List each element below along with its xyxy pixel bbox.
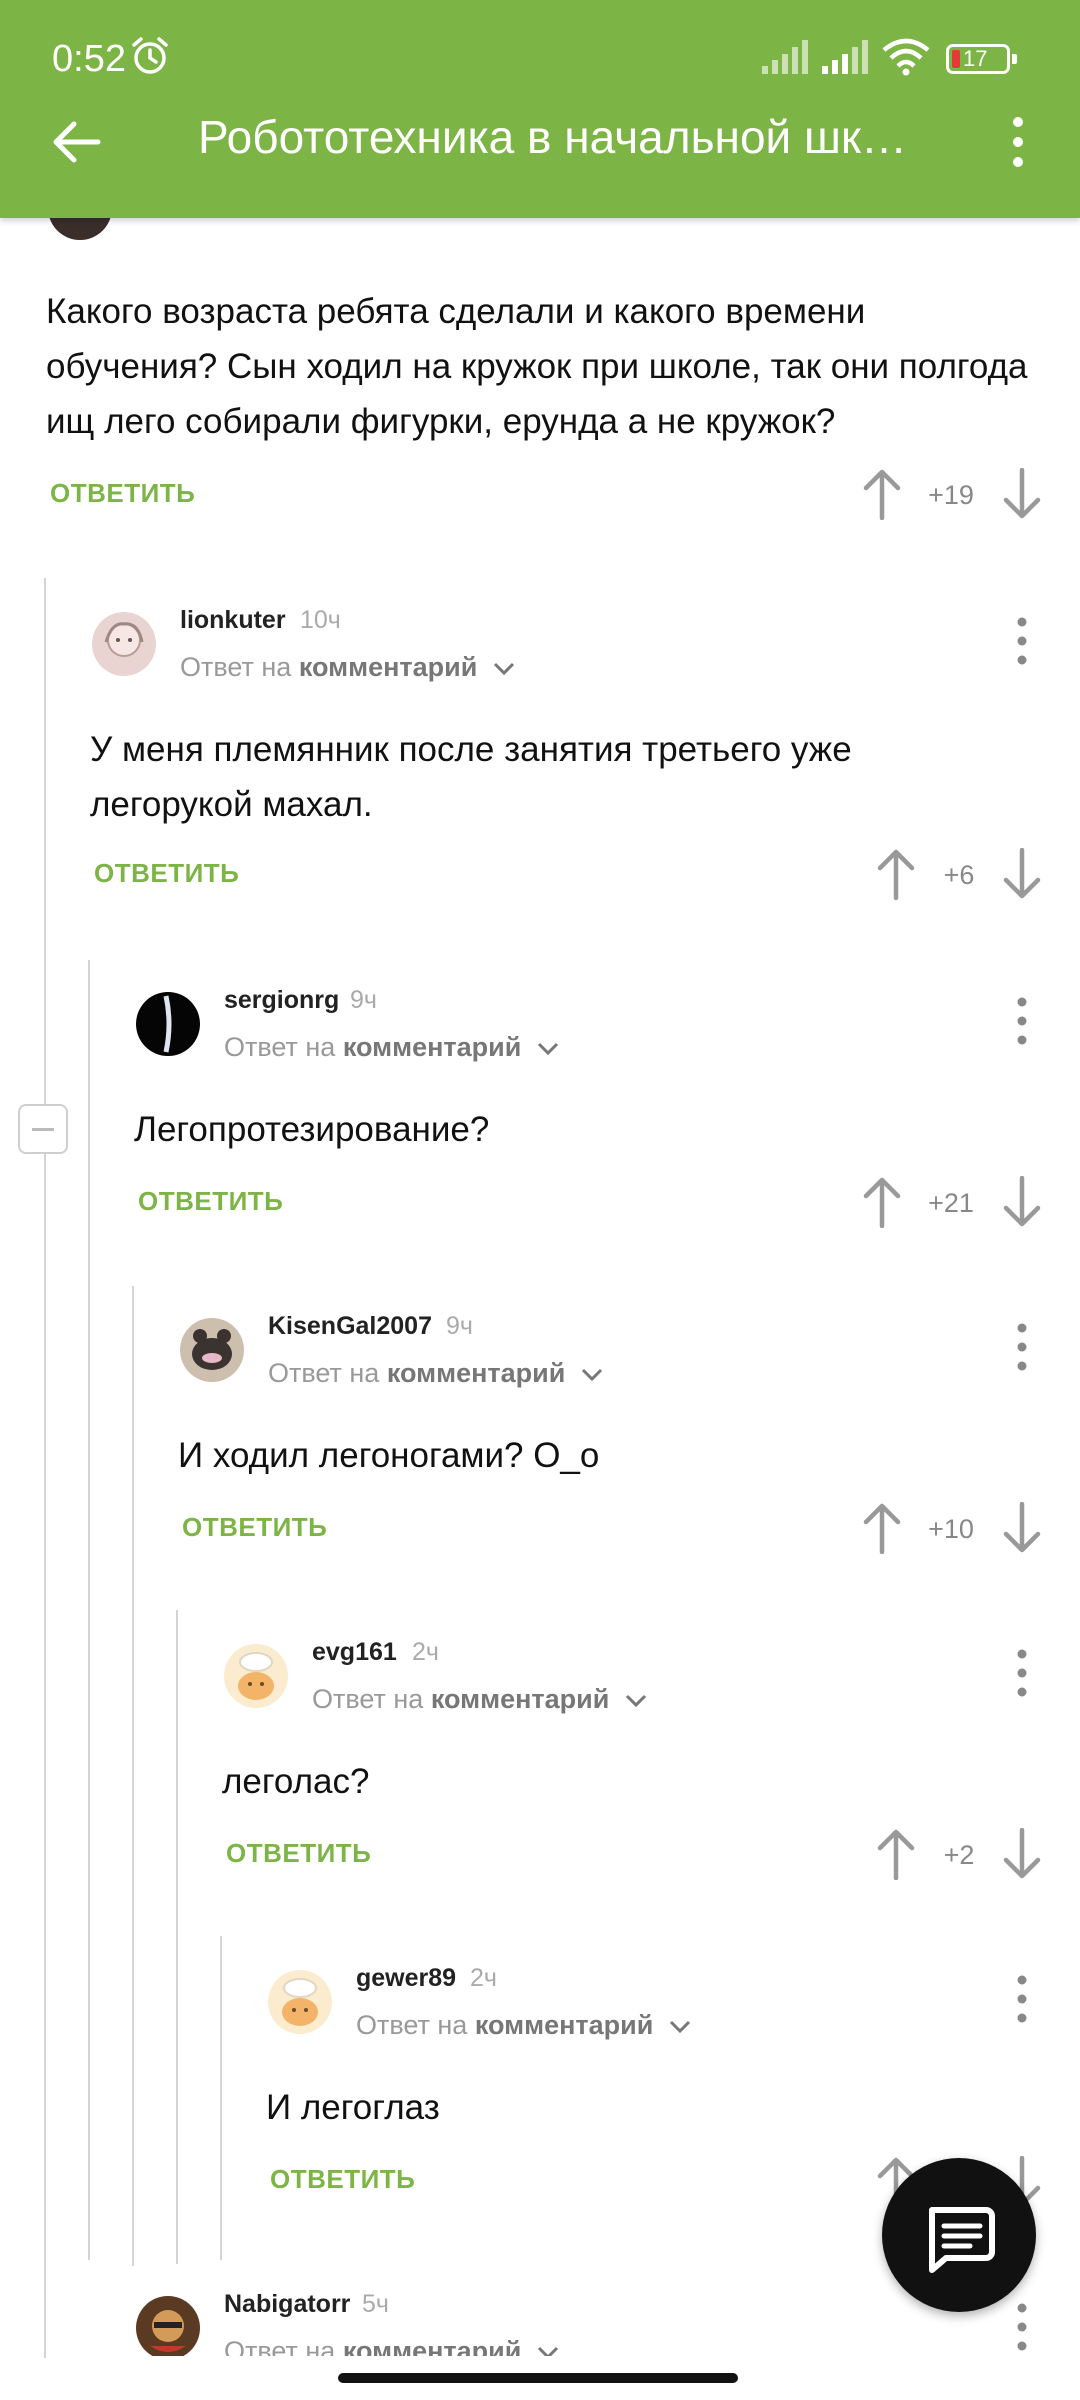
reply-to-link[interactable]: Ответ на комментарий <box>180 652 515 683</box>
comment-time: 5ч <box>362 2290 389 2318</box>
author-name[interactable]: sergionrg <box>224 986 339 1015</box>
comment-text: Какого возраста ребята сделали и какого … <box>46 292 1028 441</box>
comment-time: 2ч <box>470 1964 497 1992</box>
status-bar: 0:52 17 <box>0 0 1080 120</box>
score: +21 <box>928 1188 974 1218</box>
reply-button[interactable]: ОТВЕТИТЬ <box>50 478 195 509</box>
more-vertical-icon[interactable] <box>1012 1320 1032 1374</box>
comment-time: 9ч <box>446 1312 473 1340</box>
score: +2 <box>943 1840 975 1870</box>
reply-prefix: Ответ на <box>224 2336 336 2356</box>
chevron-down-icon <box>625 1694 646 1707</box>
collapse-thread-button[interactable] <box>18 1104 68 1154</box>
app-bar: 0:52 17 Робототехника в начальной шк… <box>0 0 1080 218</box>
avatar[interactable] <box>180 1318 244 1382</box>
chevron-down-icon <box>493 662 514 675</box>
arrow-up-icon[interactable] <box>876 848 916 900</box>
more-vertical-icon[interactable] <box>1000 112 1036 172</box>
author-name[interactable]: evg161 <box>312 1638 397 1667</box>
thread-line <box>220 1936 222 2260</box>
comment-time: 2ч <box>412 1638 439 1666</box>
reply-prefix: Ответ на <box>268 1358 380 1388</box>
avatar[interactable] <box>224 1644 288 1708</box>
status-time: 0:52 <box>52 38 126 80</box>
arrow-down-icon[interactable] <box>1002 848 1042 900</box>
comment-text: леголас? <box>222 1762 370 1801</box>
reply-button[interactable]: ОТВЕТИТЬ <box>138 1186 283 1217</box>
chevron-down-icon <box>581 1368 602 1381</box>
avatar[interactable] <box>136 2296 200 2356</box>
reply-button[interactable]: ОТВЕТИТЬ <box>226 1838 371 1869</box>
comment-text: Легопротезирование? <box>134 1110 490 1149</box>
wifi-icon <box>882 38 930 76</box>
new-comment-button[interactable] <box>882 2158 1036 2312</box>
reply-target: комментарий <box>386 1358 566 1388</box>
arrow-down-icon[interactable] <box>1002 1502 1042 1554</box>
signal-icon <box>822 40 868 74</box>
comment-time: 9ч <box>350 986 377 1014</box>
more-vertical-icon[interactable] <box>1012 1646 1032 1700</box>
reply-button[interactable]: ОТВЕТИТЬ <box>182 1512 327 1543</box>
reply-target: комментарий <box>342 2336 522 2356</box>
reply-prefix: Ответ на <box>356 2010 468 2040</box>
score: +19 <box>928 480 974 510</box>
reply-button[interactable]: ОТВЕТИТЬ <box>270 2164 415 2195</box>
reply-to-link[interactable]: Ответ на комментарий <box>224 1032 559 1063</box>
comment-time: 10ч <box>300 606 341 634</box>
arrow-up-icon[interactable] <box>862 1502 902 1554</box>
reply-target: комментарий <box>342 1032 522 1062</box>
score: +6 <box>943 860 975 890</box>
arrow-down-icon[interactable] <box>1002 1828 1042 1880</box>
arrow-down-icon[interactable] <box>1002 468 1042 520</box>
reply-button[interactable]: ОТВЕТИТЬ <box>94 858 239 889</box>
author-name[interactable]: KisenGal2007 <box>268 1312 432 1341</box>
author-name[interactable]: gewer89 <box>356 1964 456 1993</box>
reply-target: комментарий <box>430 1684 610 1714</box>
signal-icon <box>762 40 808 74</box>
battery-level: 17 <box>963 46 988 71</box>
arrow-up-icon[interactable] <box>862 468 902 520</box>
battery-icon: 17 <box>946 44 1017 74</box>
message-icon <box>929 2207 995 2273</box>
thread-line <box>176 1610 178 2264</box>
reply-to-link[interactable]: Ответ на комментарий <box>268 1358 603 1389</box>
author-name[interactable]: lionkuter <box>180 606 286 635</box>
arrow-up-icon[interactable] <box>862 1176 902 1228</box>
arrow-down-icon[interactable] <box>1002 1176 1042 1228</box>
reply-prefix: Ответ на <box>224 1032 336 1062</box>
arrow-up-icon[interactable] <box>876 1828 916 1880</box>
chevron-down-icon <box>537 2346 558 2356</box>
chevron-down-icon <box>669 2020 690 2033</box>
more-vertical-icon[interactable] <box>1012 994 1032 1048</box>
more-vertical-icon[interactable] <box>1012 1972 1032 2026</box>
reply-target: комментарий <box>474 2010 654 2040</box>
reply-to-link[interactable]: Ответ на комментарий <box>312 1684 647 1715</box>
avatar[interactable] <box>268 1970 332 2034</box>
comment-text: И ходил легоногами? О_о <box>178 1436 600 1475</box>
avatar[interactable] <box>92 612 156 676</box>
thread-line <box>132 1286 134 2266</box>
thread-line <box>88 960 90 2260</box>
page-title: Робототехника в начальной шк… <box>198 111 908 163</box>
arrow-left-icon[interactable] <box>48 112 108 172</box>
minus-icon <box>32 1128 54 1131</box>
score: +10 <box>928 1514 974 1544</box>
reply-target: комментарий <box>298 652 478 682</box>
comment-text: И легоглаз <box>266 2088 440 2127</box>
chevron-down-icon <box>537 1042 558 1055</box>
reply-to-link[interactable]: Ответ на комментарий <box>224 2336 559 2356</box>
thread-line <box>44 578 46 2358</box>
reply-prefix: Ответ на <box>180 652 292 682</box>
author-name[interactable]: Nabigatorr <box>224 2290 350 2319</box>
comment-text: У меня племянник после занятия третьего … <box>90 730 852 824</box>
avatar[interactable] <box>136 992 200 1056</box>
home-indicator[interactable] <box>338 2373 738 2383</box>
reply-to-link[interactable]: Ответ на комментарий <box>356 2010 691 2041</box>
alarm-icon <box>132 37 168 74</box>
more-vertical-icon[interactable] <box>1012 614 1032 668</box>
reply-prefix: Ответ на <box>312 1684 424 1714</box>
comments-feed[interactable]: Какого возраста ребята сделали и какого … <box>0 0 1080 2400</box>
